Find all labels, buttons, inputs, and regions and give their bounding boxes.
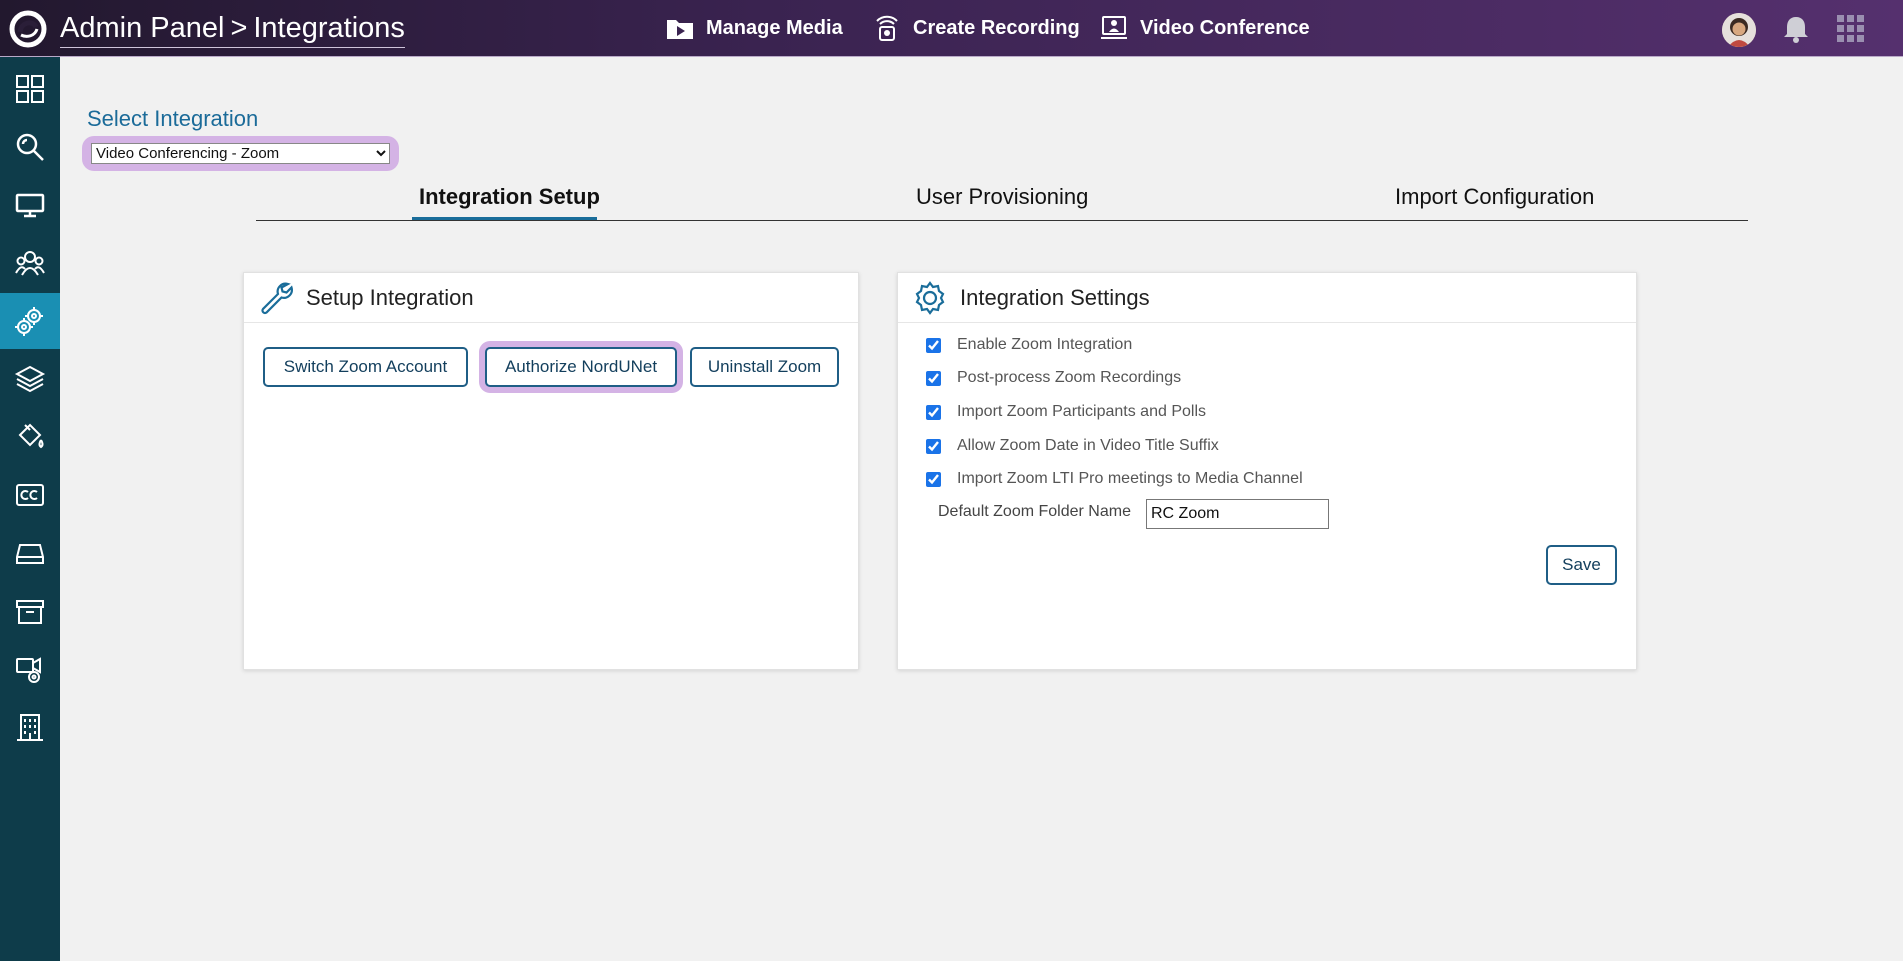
wrench-icon: [261, 282, 293, 314]
date-suffix-checkbox[interactable]: [926, 438, 941, 454]
option-date-suffix[interactable]: Allow Zoom Date in Video Title Suffix: [926, 437, 1219, 455]
sidebar-item-branding[interactable]: [0, 409, 60, 465]
search-icon: [16, 133, 44, 161]
media-folder-icon: [667, 20, 693, 39]
top-bar: Admin Panel > Integrations Manage Media Cr…: [0, 0, 1903, 57]
closed-caption-icon: [16, 484, 44, 506]
nav-create-recording[interactable]: Create Recording: [871, 12, 1080, 44]
enable-zoom-checkbox[interactable]: [926, 337, 941, 353]
setup-integration-title: Setup Integration: [306, 284, 474, 310]
sidebar-item-archive[interactable]: [0, 583, 60, 639]
authorize-nordunet-button[interactable]: Authorize NordUNet: [485, 347, 677, 387]
sidebar-item-settings[interactable]: [0, 293, 60, 349]
dashboard-icon: [16, 75, 44, 103]
video-conference-icon: [1101, 16, 1127, 39]
option-post-process[interactable]: Post-process Zoom Recordings: [926, 369, 1181, 387]
sidebar-item-video-settings[interactable]: [0, 641, 60, 697]
paint-bucket-icon: [18, 423, 44, 449]
enable-zoom-label: Enable Zoom Integration: [957, 336, 1133, 353]
breadcrumb-root[interactable]: Admin Panel: [60, 12, 224, 44]
integration-tabs: Integration Setup User Provisioning Impo…: [256, 176, 1748, 221]
integration-settings-title: Integration Settings: [960, 284, 1150, 310]
app-grid-icon[interactable]: [1835, 13, 1867, 45]
nav-manage-media[interactable]: Manage Media: [664, 12, 843, 44]
date-suffix-label: Allow Zoom Date in Video Title Suffix: [957, 437, 1219, 454]
default-folder-input[interactable]: [1146, 499, 1329, 529]
monitor-icon: [15, 193, 45, 218]
setup-integration-header: Setup Integration: [244, 273, 858, 323]
switch-zoom-account-button[interactable]: Switch Zoom Account: [263, 347, 468, 387]
layers-icon: [14, 365, 46, 393]
sidebar-item-search[interactable]: [0, 119, 60, 175]
uninstall-zoom-button[interactable]: Uninstall Zoom: [690, 347, 839, 387]
select-integration-highlight: Video Conferencing - Zoom: [82, 136, 399, 171]
breadcrumb-current: Integrations: [253, 12, 405, 44]
gear-icon: [915, 280, 945, 315]
settings-gears-icon: [15, 307, 43, 336]
bell-icon[interactable]: [1780, 13, 1812, 45]
post-process-label: Post-process Zoom Recordings: [957, 369, 1182, 386]
nav-video-conference[interactable]: Video Conference: [1098, 12, 1310, 44]
lti-pro-checkbox[interactable]: [926, 471, 941, 487]
import-participants-label: Import Zoom Participants and Polls: [957, 403, 1206, 420]
drive-icon: [16, 544, 44, 564]
nav-create-recording-label: Create Recording: [913, 17, 1080, 39]
sidebar-item-dashboard[interactable]: [0, 61, 60, 117]
sidebar-item-layers[interactable]: [0, 351, 60, 407]
app-logo-icon[interactable]: [7, 10, 49, 48]
nav-video-conference-label: Video Conference: [1140, 17, 1310, 39]
select-integration-label: Select Integration: [87, 106, 259, 131]
archive-icon: [16, 600, 44, 624]
integration-settings-card: Integration Settings Enable Zoom Integra…: [897, 272, 1637, 670]
recording-icon: [876, 15, 898, 41]
users-icon: [15, 251, 45, 276]
post-process-checkbox[interactable]: [926, 370, 941, 386]
option-enable-zoom[interactable]: Enable Zoom Integration: [926, 336, 1132, 354]
import-participants-checkbox[interactable]: [926, 404, 941, 420]
option-import-participants[interactable]: Import Zoom Participants and Polls: [926, 403, 1206, 421]
option-lti-pro[interactable]: Import Zoom LTI Pro meetings to Media Ch…: [926, 470, 1303, 488]
video-settings-icon: [16, 657, 41, 683]
user-avatar-icon: [1722, 13, 1756, 47]
sidebar-item-users[interactable]: [0, 235, 60, 291]
tab-import-configuration[interactable]: Import Configuration: [1395, 184, 1594, 210]
breadcrumb-separator: >: [230, 12, 248, 44]
sidebar: [0, 57, 60, 961]
building-icon: [17, 714, 43, 741]
avatar[interactable]: [1722, 13, 1756, 47]
integration-settings-header: Integration Settings: [898, 273, 1636, 323]
tab-user-provisioning[interactable]: User Provisioning: [916, 184, 1088, 210]
nav-manage-media-label: Manage Media: [706, 17, 843, 39]
default-folder-label: Default Zoom Folder Name: [938, 503, 1131, 520]
integration-select[interactable]: Video Conferencing - Zoom: [91, 143, 390, 164]
tab-integration-setup[interactable]: Integration Setup: [419, 184, 600, 210]
breadcrumb: Admin Panel > Integrations: [60, 10, 405, 48]
setup-integration-card: Setup Integration Switch Zoom Account Au…: [243, 272, 859, 670]
sidebar-item-monitor[interactable]: [0, 177, 60, 233]
active-tab-indicator: [412, 217, 597, 220]
lti-pro-label: Import Zoom LTI Pro meetings to Media Ch…: [957, 470, 1303, 487]
sidebar-item-organization[interactable]: [0, 699, 60, 755]
save-button[interactable]: Save: [1546, 545, 1617, 585]
sidebar-item-captions[interactable]: [0, 467, 60, 523]
sidebar-item-storage[interactable]: [0, 525, 60, 581]
